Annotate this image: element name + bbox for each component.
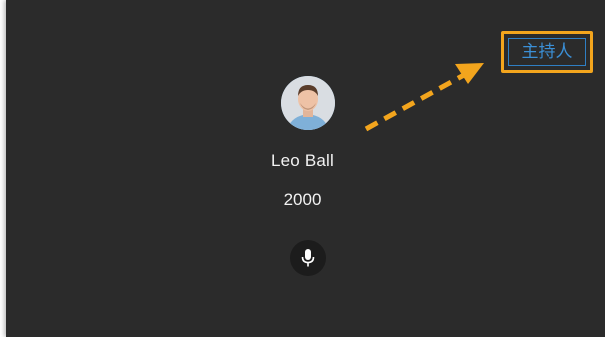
- host-role-badge: 主持人: [508, 38, 586, 66]
